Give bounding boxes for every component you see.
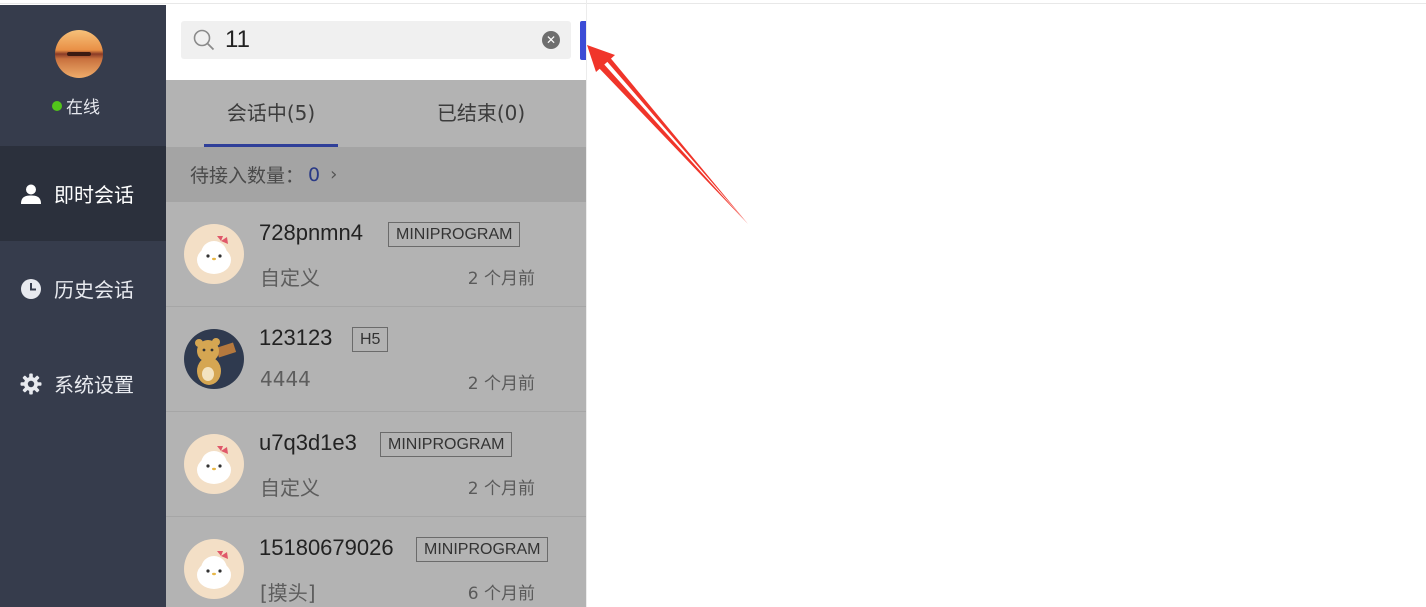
conversation-row[interactable]: 15180679026 MINIPROGRAM [摸头] 6 个月前: [166, 517, 586, 607]
conversation-tabs: 会话中(5) 已结束(0): [166, 80, 586, 147]
nav-label: 历史会话: [54, 278, 134, 302]
nav-item-settings[interactable]: 系统设置: [0, 336, 166, 431]
app-window: 在线 即时会话 历史会话 系统设置 11 ✕ 会话中(5) 已结束(0) 待接入…: [0, 0, 1426, 607]
white-kitty-avatar: [184, 539, 244, 599]
top-border: [0, 3, 1426, 4]
white-kitty-avatar: [184, 224, 244, 284]
sidebar: 在线 即时会话 历史会话 系统设置: [0, 5, 166, 607]
last-message: 4444: [260, 367, 311, 391]
gear-icon: [20, 373, 42, 395]
pending-queue[interactable]: 待接入数量： 0 ›: [166, 147, 586, 202]
tab-active-sessions[interactable]: 会话中(5): [166, 80, 376, 147]
conversation-name: 15180679026: [259, 535, 394, 560]
clock-icon: [20, 278, 42, 300]
conversation-row[interactable]: 123123 H5 4444 2 个月前: [166, 307, 586, 412]
pending-label: 待接入数量：: [190, 165, 305, 187]
online-status: 在线: [52, 93, 100, 118]
tab-ended-sessions[interactable]: 已结束(0): [376, 80, 586, 147]
nav-item-instant-chat[interactable]: 即时会话: [0, 146, 166, 241]
nav-label: 即时会话: [54, 183, 134, 207]
conversation-row[interactable]: 728pnmn4 MINIPROGRAM 自定义 2 个月前: [166, 202, 586, 307]
white-kitty-avatar: [184, 434, 244, 494]
status-label: 在线: [66, 98, 100, 118]
channel-badge: H5: [352, 327, 389, 352]
channel-badge: MINIPROGRAM: [388, 222, 521, 247]
user-icon: [20, 183, 42, 205]
last-message: 自定义: [260, 476, 320, 500]
pending-count: 0: [308, 163, 321, 186]
search-icon: [193, 29, 215, 51]
channel-badge: MINIPROGRAM: [416, 537, 549, 562]
channel-badge: MINIPROGRAM: [380, 432, 513, 457]
search-bar: ✕: [166, 5, 586, 80]
last-time: 6 个月前: [467, 584, 535, 604]
search-box: ✕: [181, 21, 571, 59]
conversation-name: 728pnmn4: [259, 220, 363, 245]
conversation-name: u7q3d1e3: [259, 430, 357, 455]
clear-search-icon[interactable]: ✕: [542, 31, 560, 49]
conversation-name: 123123: [259, 325, 333, 350]
last-message: 自定义: [260, 266, 320, 290]
conversation-list-area: 会话中(5) 已结束(0) 待接入数量： 0 › 728pnmn4 MINIPR…: [166, 80, 586, 607]
nav-label: 系统设置: [54, 373, 134, 397]
last-time: 2 个月前: [467, 269, 535, 289]
nav-item-history[interactable]: 历史会话: [0, 241, 166, 336]
last-time: 2 个月前: [467, 374, 535, 394]
bear-avatar: [184, 329, 244, 389]
chevron-right-icon: ›: [330, 164, 338, 185]
status-dot-icon: [52, 100, 62, 111]
panel-divider: [586, 0, 587, 607]
last-time: 2 个月前: [467, 479, 535, 499]
conversation-list: 728pnmn4 MINIPROGRAM 自定义 2 个月前 123123 H5…: [166, 202, 586, 607]
conversation-panel: ✕ 会话中(5) 已结束(0) 待接入数量： 0 › 728pnmn4: [166, 5, 586, 607]
search-input[interactable]: [225, 24, 525, 56]
conversation-row[interactable]: u7q3d1e3 MINIPROGRAM 自定义 2 个月前: [166, 412, 586, 517]
user-avatar[interactable]: [55, 30, 103, 78]
last-message: [摸头]: [260, 581, 316, 605]
